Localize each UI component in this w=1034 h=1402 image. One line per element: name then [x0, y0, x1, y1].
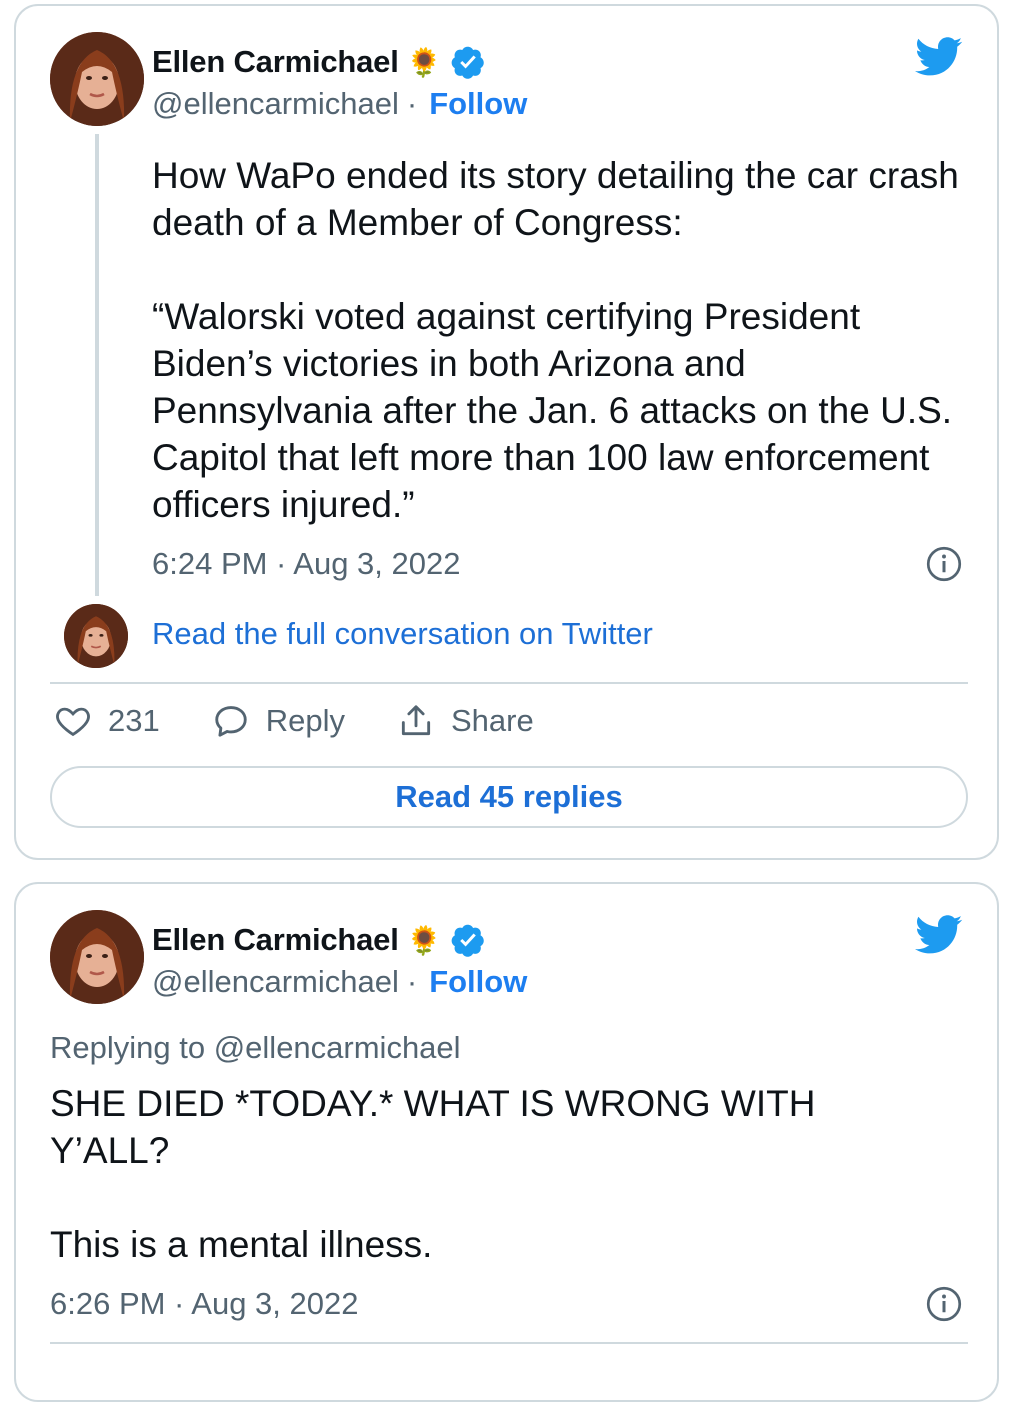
info-icon[interactable]: [926, 546, 962, 582]
tweet-timestamp[interactable]: 6:24 PM · Aug 3, 2022: [152, 546, 461, 582]
author-handle[interactable]: @ellencarmichael: [152, 86, 399, 122]
twitter-bird-icon[interactable]: [915, 36, 963, 78]
like-button[interactable]: 231: [54, 702, 160, 740]
tweet-paragraph: This is a mental illness.: [50, 1224, 433, 1265]
author-name-row: Ellen Carmichael 🌻: [152, 922, 486, 958]
sunflower-emoji: 🌻: [406, 46, 442, 78]
share-upload-icon: [401, 705, 431, 736]
like-count: 231: [108, 703, 160, 738]
author-avatar[interactable]: [50, 32, 144, 126]
verified-badge-icon: [451, 46, 484, 79]
tweet-paragraph: SHE DIED *TODAY.* WHAT IS WRONG WITH Y’A…: [50, 1083, 826, 1171]
tweet-actions: 231 Reply Share: [54, 702, 586, 740]
tweet-card-2: Ellen Carmichael 🌻 @ellencarmichael · Fo…: [14, 882, 999, 1402]
author-name[interactable]: Ellen Carmichael: [152, 922, 399, 958]
sunflower-emoji: 🌻: [406, 924, 442, 956]
tweet-paragraph: “Walorski voted against certifying Presi…: [152, 296, 963, 525]
reply-button[interactable]: Reply: [212, 702, 345, 740]
author-name[interactable]: Ellen Carmichael: [152, 44, 399, 80]
small-author-avatar[interactable]: [64, 604, 128, 668]
replying-to-label[interactable]: Replying to @ellencarmichael: [50, 1030, 461, 1066]
separator-dot: ·: [406, 86, 418, 121]
read-full-conversation-link[interactable]: Read the full conversation on Twitter: [152, 616, 653, 652]
thread-connector-line: [95, 134, 99, 596]
author-name-row: Ellen Carmichael 🌻: [152, 44, 486, 80]
follow-link[interactable]: Follow: [429, 964, 527, 1000]
author-handle-row: @ellencarmichael · Follow: [152, 86, 527, 122]
author-handle[interactable]: @ellencarmichael: [152, 964, 399, 1000]
reply-label: Reply: [265, 703, 345, 738]
read-replies-button[interactable]: Read 45 replies: [50, 766, 968, 828]
twitter-bird-icon[interactable]: [915, 914, 963, 956]
verified-badge-icon: [451, 924, 484, 957]
author-avatar[interactable]: [50, 910, 144, 1004]
separator-dot: ·: [406, 964, 418, 999]
heart-icon: [56, 707, 90, 737]
divider: [50, 682, 968, 684]
share-button[interactable]: Share: [397, 702, 534, 740]
info-icon[interactable]: [926, 1286, 962, 1322]
author-handle-row: @ellencarmichael · Follow: [152, 964, 527, 1000]
reply-bubble-icon: [215, 706, 247, 737]
follow-link[interactable]: Follow: [429, 86, 527, 122]
tweet-body: SHE DIED *TODAY.* WHAT IS WRONG WITH Y’A…: [50, 1080, 880, 1268]
tweet-card-1: Ellen Carmichael 🌻 @ellencarmichael · Fo…: [14, 4, 999, 860]
tweet-body: How WaPo ended its story detailing the c…: [152, 152, 972, 528]
divider: [50, 1342, 968, 1344]
share-label: Share: [451, 703, 534, 738]
tweet-paragraph: How WaPo ended its story detailing the c…: [152, 155, 970, 243]
tweet-timestamp[interactable]: 6:26 PM · Aug 3, 2022: [50, 1286, 359, 1322]
